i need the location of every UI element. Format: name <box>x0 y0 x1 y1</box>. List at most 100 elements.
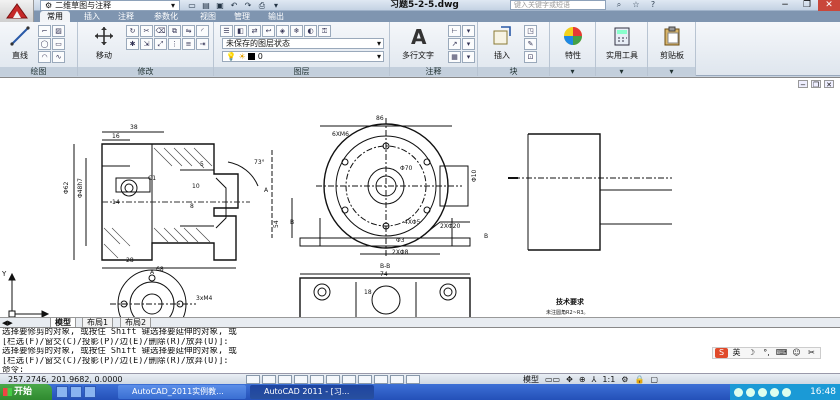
snap-toggle-icon[interactable] <box>246 375 260 384</box>
chevron-down-icon[interactable]: ▾ <box>462 38 475 50</box>
stretch-icon[interactable]: ⇲ <box>140 38 153 50</box>
open-icon[interactable]: ▤ <box>200 1 212 11</box>
layer-isolate-icon[interactable]: ◈ <box>276 25 289 37</box>
create-block-icon[interactable]: ◳ <box>524 25 537 37</box>
dyn-toggle-icon[interactable] <box>358 375 372 384</box>
attribute-icon[interactable]: ⊡ <box>524 51 537 63</box>
layer-state-combo[interactable]: 未保存的图层状态 ▾ <box>222 38 384 49</box>
rectangle-icon[interactable]: ▭ <box>52 38 65 50</box>
application-menu-button[interactable] <box>0 0 34 22</box>
offset-icon[interactable]: ≡ <box>182 38 195 50</box>
browser-icon[interactable] <box>56 386 68 398</box>
network-icon[interactable] <box>734 387 743 397</box>
linear-dimension-icon[interactable]: ⊢ <box>448 25 461 37</box>
layer-previous-icon[interactable]: ↩ <box>262 25 275 37</box>
spline-icon[interactable]: ∿ <box>52 51 65 63</box>
volume-icon[interactable] <box>746 387 755 397</box>
ime-mode-icon[interactable]: 英 <box>730 348 743 358</box>
grid-toggle-icon[interactable] <box>262 375 276 384</box>
tab-annotate[interactable]: 注释 <box>112 11 140 22</box>
user-icon[interactable]: ☺ <box>790 348 803 358</box>
layers-panel-label[interactable]: 图层 <box>214 67 389 76</box>
polar-toggle-icon[interactable] <box>294 375 308 384</box>
taskbar-item-tutorial[interactable]: AutoCAD_2011实例教... <box>118 385 246 399</box>
trim-icon[interactable]: ✂ <box>140 25 153 37</box>
save-icon[interactable]: ▣ <box>214 1 226 11</box>
layer-off-icon[interactable]: ◐ <box>304 25 317 37</box>
layer-match-icon[interactable]: ⇄ <box>248 25 261 37</box>
search-input[interactable]: 键入关键字或短语 <box>510 0 606 10</box>
close-icon[interactable]: ✕ <box>818 0 840 11</box>
clipboard-button[interactable]: 剪贴板 <box>652 25 692 61</box>
explode-icon[interactable]: ✱ <box>126 38 139 50</box>
tab-parametric[interactable]: 参数化 <box>146 11 186 22</box>
new-icon[interactable]: ▭ <box>186 1 198 11</box>
moon-icon[interactable]: ☽ <box>745 348 758 358</box>
mtext-button[interactable]: A 多行文字 <box>396 25 440 61</box>
binoculars-icon[interactable]: ⌕ <box>612 0 626 10</box>
sogou-icon[interactable]: S <box>715 348 728 358</box>
taskbar-item-autocad[interactable]: AutoCAD 2011 - [习... <box>250 385 374 399</box>
rotate-icon[interactable]: ↻ <box>126 25 139 37</box>
cad-drawing[interactable]: 38 16 5 73° C1 10 14 8 28 68 Φ62 Φ48h7 A… <box>0 78 840 318</box>
redo-icon[interactable]: ↷ <box>242 1 254 11</box>
otrack-toggle-icon[interactable] <box>326 375 340 384</box>
restore-icon[interactable]: ❐ <box>796 0 818 11</box>
layer-properties-icon[interactable]: ☰ <box>220 25 233 37</box>
copy-icon[interactable]: ⧉ <box>168 25 181 37</box>
mirror-icon[interactable]: ⇋ <box>182 25 195 37</box>
update-icon[interactable] <box>770 387 779 397</box>
security-icon[interactable] <box>758 387 767 397</box>
layer-combo[interactable]: 💡 ☀ 0 ▾ <box>222 51 384 62</box>
chevron-down-icon[interactable]: ▾ <box>596 67 647 76</box>
properties-button[interactable]: 特性 <box>553 25 593 61</box>
undo-icon[interactable]: ↶ <box>228 1 240 11</box>
close-viewport-icon[interactable]: ✕ <box>824 80 834 89</box>
table-icon[interactable]: ▦ <box>448 51 461 63</box>
draw-panel-label[interactable]: 绘图 <box>0 67 77 76</box>
restore-viewport-icon[interactable]: ❐ <box>811 80 821 89</box>
layer-state-icon[interactable]: ◧ <box>234 25 247 37</box>
tab-home[interactable]: 常用 <box>40 11 70 22</box>
utilities-panel[interactable]: 实用工具 ▾ <box>596 22 648 76</box>
plot-icon[interactable]: ⎙ <box>256 1 268 11</box>
tools-icon[interactable]: ✂ <box>805 348 818 358</box>
arc-icon[interactable]: ◠ <box>38 51 51 63</box>
tab-manage[interactable]: 管理 <box>228 11 256 22</box>
minimize-viewport-icon[interactable]: − <box>798 80 808 89</box>
scale-icon[interactable]: ⤢ <box>154 38 167 50</box>
chevron-down-icon[interactable]: ▾ <box>270 1 282 11</box>
minimize-icon[interactable]: − <box>774 0 796 11</box>
insert-button[interactable]: 插入 <box>482 25 522 61</box>
block-panel-label[interactable]: 块 <box>478 67 549 76</box>
chevron-down-icon[interactable]: ▾ <box>550 67 595 76</box>
drawing-canvas[interactable]: 38 16 5 73° C1 10 14 8 28 68 Φ62 Φ48h7 A… <box>0 77 840 318</box>
array-icon[interactable]: ⋮ <box>168 38 181 50</box>
media-icon[interactable] <box>84 386 96 398</box>
polyline-icon[interactable]: ⌐ <box>38 25 51 37</box>
circle-icon[interactable]: ◯ <box>38 38 51 50</box>
layer-lock-icon[interactable]: ⚿ <box>318 25 331 37</box>
help-icon[interactable]: ? <box>646 0 660 10</box>
move-button[interactable]: 移动 <box>84 25 124 61</box>
hatch-icon[interactable]: ▨ <box>52 25 65 37</box>
modify-panel-label[interactable]: 修改 <box>78 67 213 76</box>
tab-output[interactable]: 输出 <box>262 11 290 22</box>
annotation-panel-label[interactable]: 注释 <box>390 67 477 76</box>
chevron-down-icon[interactable]: ▾ <box>648 67 695 76</box>
selection-cycling-toggle-icon[interactable] <box>406 375 420 384</box>
osnap-toggle-icon[interactable] <box>310 375 324 384</box>
desktop-icon[interactable] <box>70 386 82 398</box>
punctuation-icon[interactable]: °, <box>760 348 773 358</box>
ime-tray-icon[interactable] <box>782 387 791 397</box>
keyboard-icon[interactable]: ⌨ <box>775 348 788 358</box>
chevron-down-icon[interactable]: ▾ <box>462 51 475 63</box>
edit-block-icon[interactable]: ✎ <box>524 38 537 50</box>
lineweight-toggle-icon[interactable] <box>374 375 388 384</box>
chevron-down-icon[interactable]: ▾ <box>462 25 475 37</box>
tab-insert[interactable]: 插入 <box>78 11 106 22</box>
leader-icon[interactable]: ↗ <box>448 38 461 50</box>
line-button[interactable]: 直线 <box>0 25 40 61</box>
extend-icon[interactable]: ⇥ <box>196 38 209 50</box>
clock[interactable]: 16:48 <box>810 384 836 400</box>
